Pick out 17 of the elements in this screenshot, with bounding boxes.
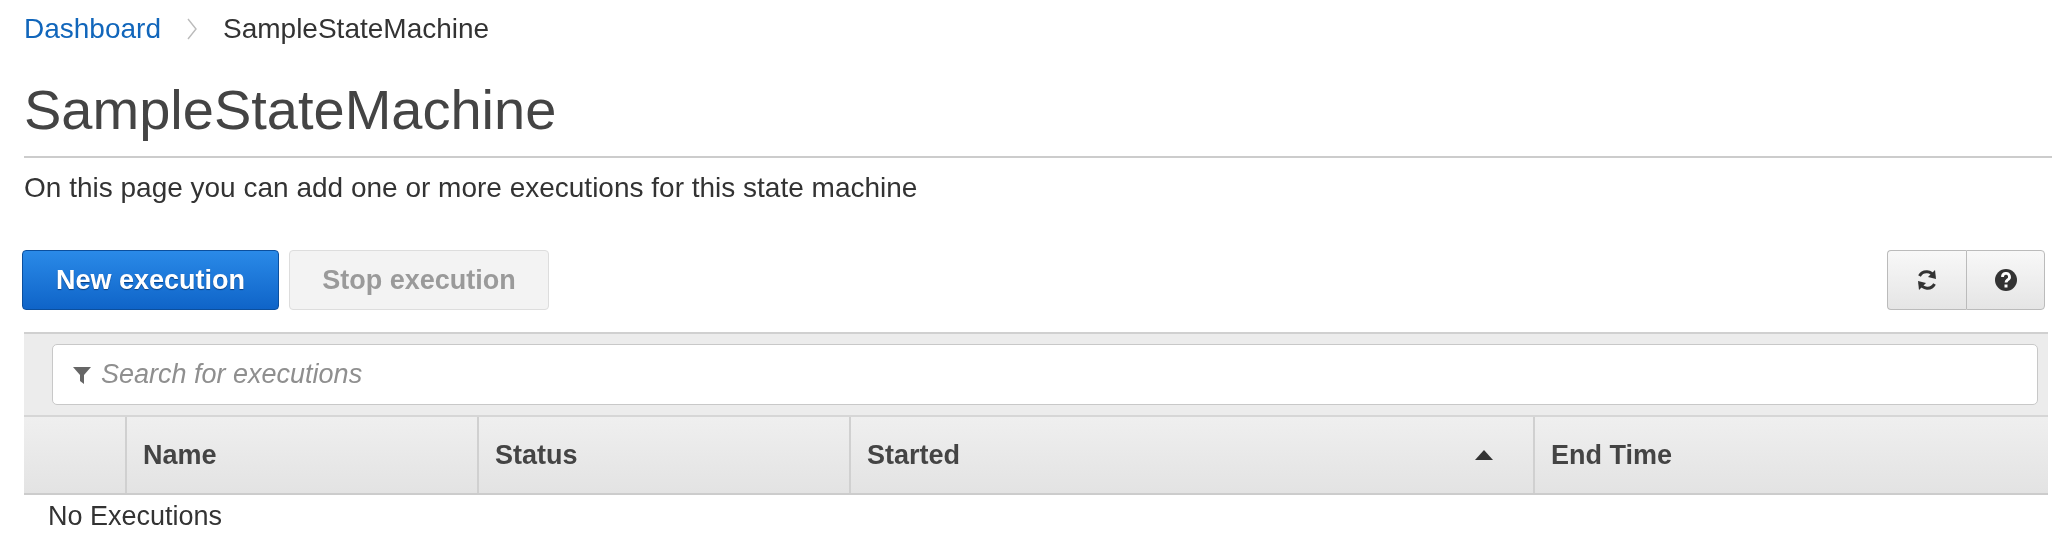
chevron-icon: [187, 17, 197, 41]
help-icon: [1993, 268, 2018, 292]
refresh-button[interactable]: [1887, 250, 1966, 310]
empty-message: No Executions: [48, 501, 224, 532]
page-title: SampleStateMachine: [24, 78, 2052, 158]
breadcrumb-link[interactable]: Dashboard: [24, 13, 161, 45]
column-header[interactable]: Started: [867, 439, 961, 471]
page-description: On this page you can add one or more executions for this state machine: [24, 172, 919, 204]
breadcrumb-current: SampleStateMachine: [223, 13, 490, 45]
column-header[interactable]: Status: [495, 439, 578, 471]
search-field[interactable]: Search for executions: [52, 344, 2038, 405]
column-header[interactable]: Name: [143, 439, 217, 471]
help-button[interactable]: [1966, 250, 2045, 310]
sort-ascending-icon: [1475, 450, 1493, 460]
new-execution-button[interactable]: New execution: [22, 250, 279, 310]
refresh-icon: [1915, 268, 1939, 292]
column-header[interactable]: End Time: [1551, 439, 1673, 471]
